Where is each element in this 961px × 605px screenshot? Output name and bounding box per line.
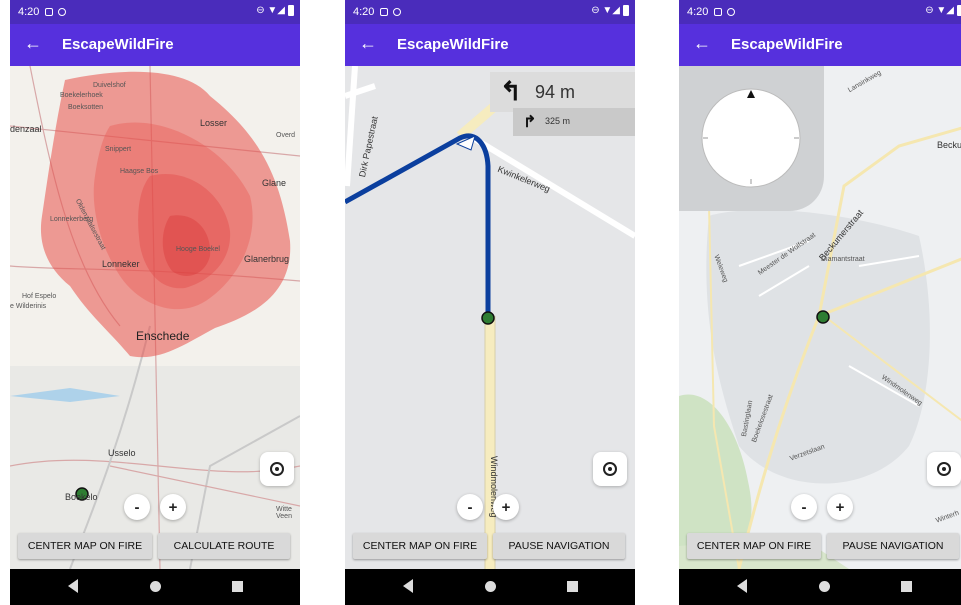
- compass-map: [679, 66, 961, 569]
- nav-recents-icon[interactable]: [901, 581, 912, 592]
- app-title: EscapeWildFire: [397, 36, 509, 53]
- main-turn-distance: 94 m: [535, 82, 576, 102]
- nav-back-icon[interactable]: [68, 579, 78, 593]
- status-bar: 4:20 ⊖ ▼◢: [679, 0, 961, 24]
- status-time: 4:20: [18, 6, 40, 18]
- zoom-in-button[interactable]: +: [827, 494, 853, 520]
- turn-instruction-main: ↰ 94 m: [490, 72, 635, 112]
- turn-instruction-next: ↱ 325 m: [513, 108, 635, 136]
- map-label: Diamantstraat: [821, 256, 865, 263]
- calculate-route-button[interactable]: CALCULATE ROUTE: [158, 533, 290, 559]
- phone-screen-3: 4:20 ⊖ ▼◢ ← EscapeWildFire Lansinkweg Be…: [679, 0, 961, 605]
- map-label: Enschede: [136, 329, 190, 343]
- system-nav-bar: [679, 569, 961, 605]
- turn-left-icon: ↰: [500, 76, 522, 106]
- map-label: Duivelshof: [93, 82, 126, 89]
- sync-icon: [393, 8, 402, 16]
- crosshair-icon: [270, 462, 284, 476]
- battery-icon: [623, 5, 629, 16]
- zoom-out-button[interactable]: -: [791, 494, 817, 520]
- map-label: Beckum: [937, 140, 961, 150]
- crosshair-icon: [937, 462, 951, 476]
- status-bar: 4:20 ⊖ ▼◢: [10, 0, 300, 24]
- center-map-on-fire-button[interactable]: CENTER MAP ON FIRE: [18, 533, 152, 559]
- app-bar: ← EscapeWildFire: [10, 24, 300, 66]
- app-bar: ← EscapeWildFire: [345, 24, 635, 66]
- phone-screen-1: 4:20 ⊖ ▼◢ ← EscapeWildFire Duivelshof Bo…: [10, 0, 300, 605]
- map-view[interactable]: Lansinkweg Beckum Beckumerstraat Meester…: [679, 66, 961, 569]
- sync-icon: [727, 8, 736, 16]
- map-label: Snippert: [105, 146, 132, 153]
- map-label: Hooge Boekel: [176, 246, 220, 253]
- signal-icons: ⊖ ▼◢: [256, 5, 285, 16]
- battery-icon: [957, 5, 961, 16]
- map-label: Boekelo: [65, 492, 98, 502]
- sync-icon: [58, 8, 67, 16]
- my-location-button[interactable]: [260, 452, 294, 486]
- nav-home-icon[interactable]: [819, 581, 830, 592]
- battery-icon: [288, 5, 294, 16]
- signal-icons: ⊖ ▼◢: [925, 5, 954, 16]
- nav-home-icon[interactable]: [150, 581, 161, 592]
- pause-navigation-button[interactable]: PAUSE NAVIGATION: [827, 533, 959, 559]
- nav-back-icon[interactable]: [403, 579, 413, 593]
- system-nav-bar: [10, 569, 300, 605]
- my-location-button[interactable]: [593, 452, 627, 486]
- zoom-in-button[interactable]: +: [493, 494, 519, 520]
- map-label: denzaal: [10, 124, 42, 134]
- center-map-on-fire-button[interactable]: CENTER MAP ON FIRE: [687, 533, 821, 559]
- map-label: Lonneker: [102, 259, 140, 269]
- nav-back-icon[interactable]: [737, 579, 747, 593]
- app-bar: ← EscapeWildFire: [679, 24, 961, 66]
- status-bar: 4:20 ⊖ ▼◢: [345, 0, 635, 24]
- map-view[interactable]: Duivelshof Boekelerhoek Boeksotten denza…: [10, 66, 300, 569]
- map-label: Hof Espelo: [22, 293, 57, 300]
- map-label: e Wilderinis: [10, 303, 47, 310]
- nav-recents-icon[interactable]: [567, 581, 578, 592]
- map-label: Witte Veen: [276, 506, 292, 520]
- phone-screen-2: 4:20 ⊖ ▼◢ ← EscapeWildFire ↰ 94 m ↱ 325 …: [345, 0, 635, 605]
- map-label: Glanerbrug: [244, 254, 290, 264]
- my-location-button[interactable]: [927, 452, 961, 486]
- map-label: Boekelerhoek: [60, 92, 103, 99]
- map-label: Losser: [200, 118, 228, 128]
- status-right: ⊖ ▼◢: [925, 5, 961, 16]
- sd-card-icon: [714, 8, 723, 16]
- system-nav-bar: [345, 569, 635, 605]
- zoom-out-button[interactable]: -: [124, 494, 150, 520]
- crosshair-icon: [603, 462, 617, 476]
- back-arrow-icon[interactable]: ←: [693, 33, 711, 54]
- status-right: ⊖ ▼◢: [591, 5, 629, 16]
- map-view[interactable]: ↰ 94 m ↱ 325 m Dirk Papestraat Kwinkeler…: [345, 66, 635, 569]
- sd-card-icon: [45, 8, 54, 16]
- status-right: ⊖ ▼◢: [256, 5, 294, 16]
- app-title: EscapeWildFire: [731, 36, 843, 53]
- fire-map: [10, 66, 300, 569]
- center-map-on-fire-button[interactable]: CENTER MAP ON FIRE: [353, 533, 487, 559]
- zoom-out-button[interactable]: -: [457, 494, 483, 520]
- map-label: Glane: [262, 178, 287, 188]
- sd-card-icon: [380, 8, 389, 16]
- map-label: Overd: [276, 132, 296, 139]
- map-label: Haagse Bos: [120, 168, 159, 175]
- nav-home-icon[interactable]: [485, 581, 496, 592]
- app-title: EscapeWildFire: [62, 36, 174, 53]
- back-arrow-icon[interactable]: ←: [24, 33, 42, 54]
- map-label: Boeksotten: [68, 104, 104, 111]
- nav-recents-icon[interactable]: [232, 581, 243, 592]
- next-turn-distance: 325 m: [545, 116, 571, 126]
- pause-navigation-button[interactable]: PAUSE NAVIGATION: [493, 533, 625, 559]
- signal-icons: ⊖ ▼◢: [591, 5, 620, 16]
- status-time: 4:20: [353, 6, 375, 18]
- status-time: 4:20: [687, 6, 709, 18]
- back-arrow-icon[interactable]: ←: [359, 33, 377, 54]
- turn-right-icon: ↱: [523, 114, 537, 131]
- zoom-in-button[interactable]: +: [160, 494, 186, 520]
- map-label: Usselo: [108, 448, 136, 458]
